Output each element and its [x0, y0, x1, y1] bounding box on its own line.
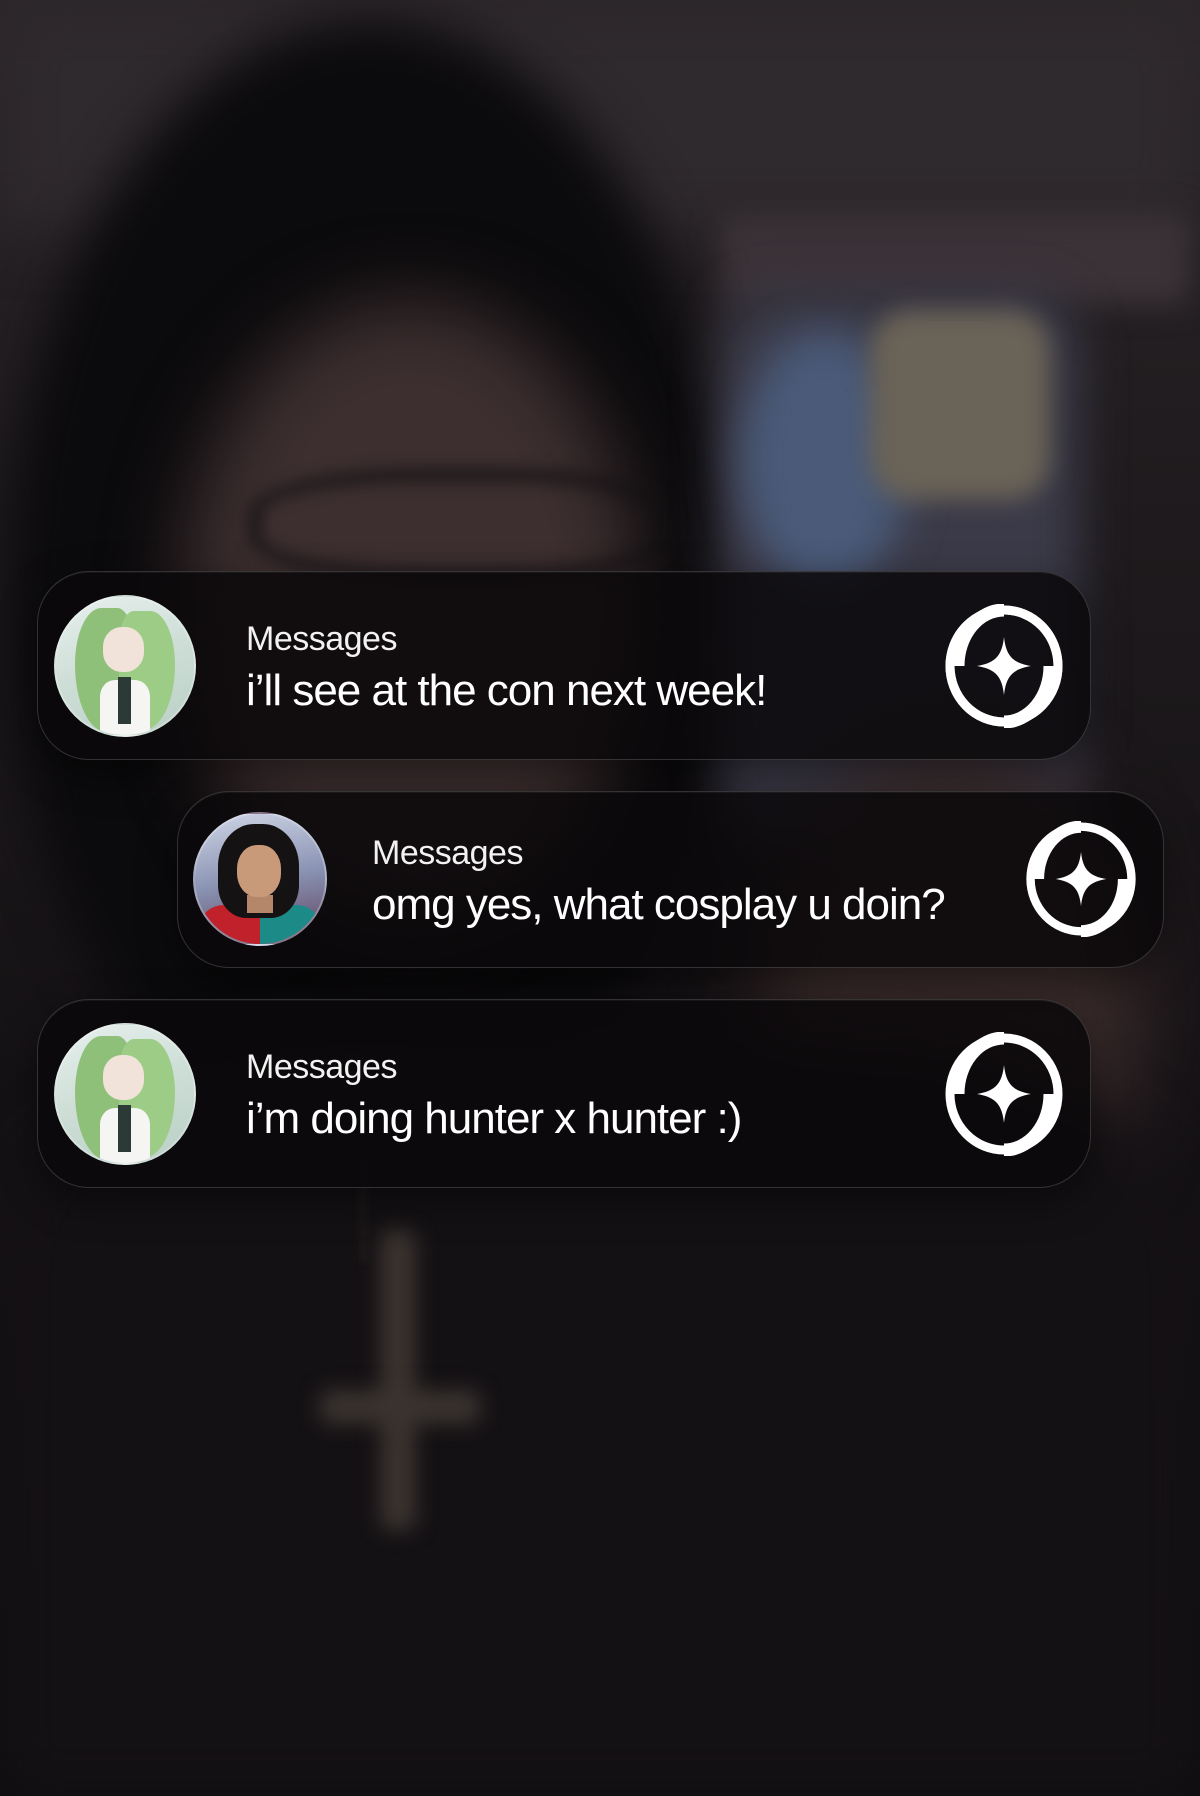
notification-card[interactable]: Messages omg yes, what cosplay u doin? [177, 791, 1164, 968]
background-cross-horizontal [320, 1390, 480, 1424]
sparkle-icon[interactable] [943, 604, 1065, 728]
notification-app-name: Messages [246, 620, 397, 658]
background-glasses [250, 470, 670, 580]
sparkle-icon[interactable] [1024, 821, 1138, 937]
avatar-man [193, 812, 327, 946]
notification-app-name: Messages [372, 834, 523, 872]
notification-message: i’m doing hunter x hunter :) [246, 1094, 742, 1143]
notification-text: Messages i’m doing hunter x hunter :) [246, 1047, 742, 1147]
notification-card[interactable]: Messages i’m doing hunter x hunter :) [37, 999, 1091, 1188]
notification-message: i’ll see at the con next week! [246, 666, 767, 715]
background-cross-vertical [380, 1230, 416, 1530]
notification-text: Messages i’ll see at the con next week! [246, 619, 767, 719]
notification-card[interactable]: Messages i’ll see at the con next week! [37, 571, 1091, 760]
avatar-green-hair [54, 595, 196, 737]
notification-app-name: Messages [246, 1048, 397, 1086]
notification-text: Messages omg yes, what cosplay u doin? [372, 833, 946, 933]
background-phone-camera [870, 310, 1050, 500]
notification-message: omg yes, what cosplay u doin? [372, 880, 946, 929]
avatar-green-hair [54, 1023, 196, 1165]
sparkle-icon[interactable] [943, 1032, 1065, 1156]
